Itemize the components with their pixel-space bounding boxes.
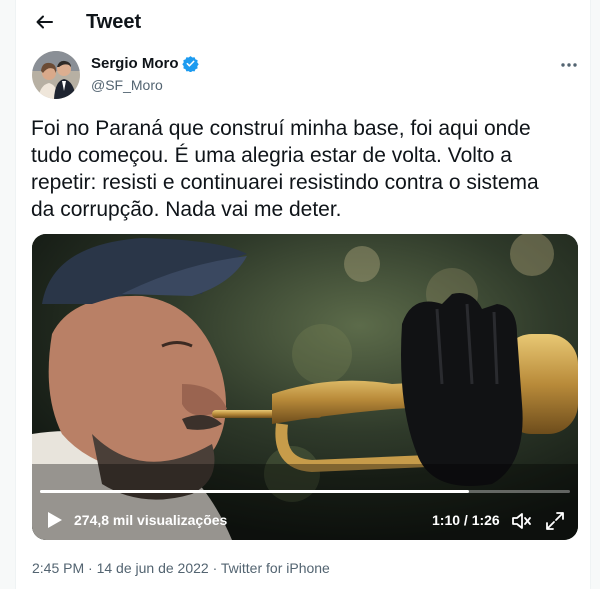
arrow-left-icon xyxy=(36,15,53,29)
more-icon xyxy=(561,63,577,67)
tweet-time[interactable]: 2:45 PM xyxy=(32,560,84,576)
separator: · xyxy=(88,560,93,576)
more-options-button[interactable] xyxy=(556,52,582,78)
tweet-date[interactable]: 14 de jun de 2022 xyxy=(97,560,209,576)
back-button[interactable] xyxy=(30,8,58,36)
fullscreen-button[interactable] xyxy=(544,510,566,532)
author-name[interactable]: Sergio Moro xyxy=(91,55,179,72)
volume-muted-icon xyxy=(512,513,531,529)
avatar[interactable] xyxy=(32,51,80,99)
tweet-text-line: repetir: resisti e continuarei resistind… xyxy=(31,171,539,194)
volume-button[interactable] xyxy=(510,510,532,532)
play-icon xyxy=(48,512,62,528)
tweet-source[interactable]: Twitter for iPhone xyxy=(221,560,330,576)
video-frame xyxy=(32,234,578,540)
play-button[interactable] xyxy=(44,510,64,530)
tweet-text-line: da corrupção. Nada vai me deter. xyxy=(31,198,342,221)
page-title: Tweet xyxy=(86,11,142,33)
tweet-text-line: Foi no Paraná que construí minha base, f… xyxy=(31,117,531,140)
tweet-text-line: tudo começou. É uma alegria estar de vol… xyxy=(31,144,512,167)
top-bar: Tweet xyxy=(16,0,590,44)
separator: · xyxy=(212,560,218,576)
tweet-card: Tweet Sergio Moro @SF_Moro Foi no Paraná… xyxy=(15,0,591,589)
author-name-row: Sergio Moro xyxy=(91,55,199,72)
verified-badge-icon xyxy=(181,56,199,72)
author-handle[interactable]: @SF_Moro xyxy=(91,77,163,93)
tweet-metadata: 2:45 PM · 14 de jun de 2022 · Twitter fo… xyxy=(32,560,330,576)
video-time: 1:10 / 1:26 xyxy=(432,512,500,528)
video-progress-fill xyxy=(40,490,470,493)
video-progress-bar[interactable] xyxy=(40,490,570,493)
tweet-text: Foi no Paraná que construí minha base, f… xyxy=(31,115,576,223)
view-count: 274,8 mil visualizações xyxy=(74,512,228,528)
video-player[interactable]: 274,8 mil visualizações 1:10 / 1:26 xyxy=(32,234,578,540)
expand-icon xyxy=(546,512,564,530)
